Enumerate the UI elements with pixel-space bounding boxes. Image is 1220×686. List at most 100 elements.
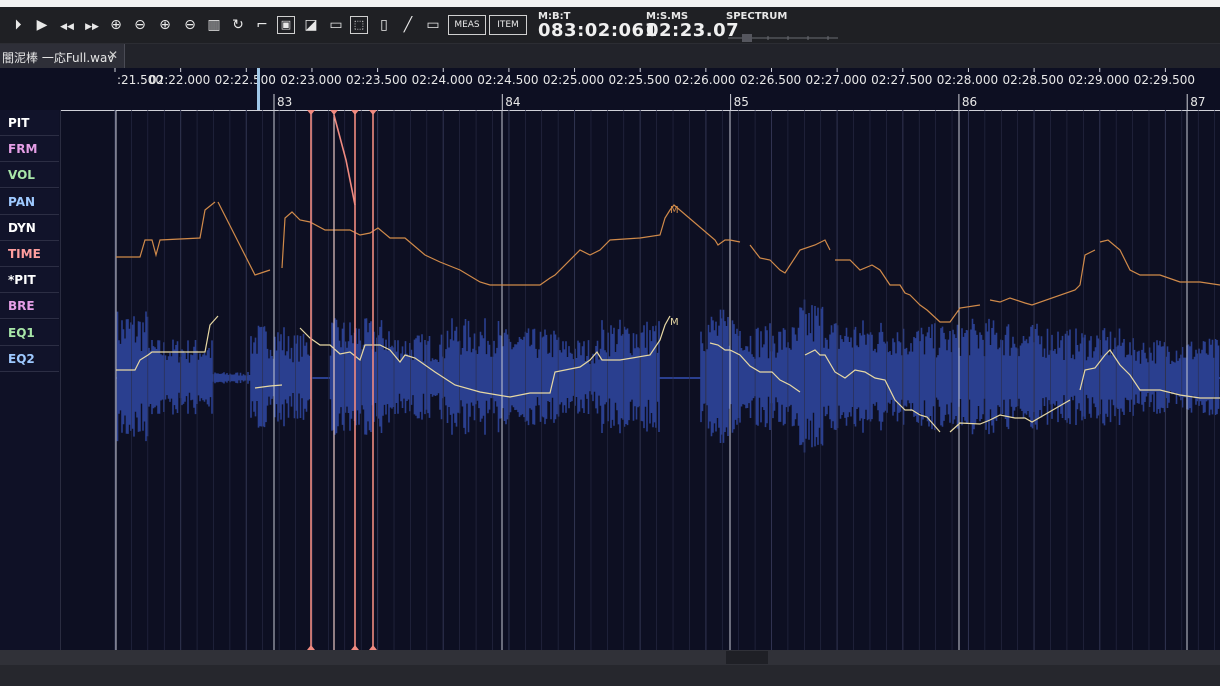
line-tool-icon: ╱: [403, 17, 413, 33]
parameter-curve-upper[interactable]: [835, 259, 981, 323]
tab-close-icon[interactable]: ✕: [108, 48, 118, 62]
waveform-editor[interactable]: MM: [60, 110, 1220, 650]
play-button[interactable]: ▶: [32, 15, 52, 35]
rectangle-tool-button[interactable]: ▭: [423, 15, 443, 35]
horizontal-scrollbar[interactable]: [0, 650, 1220, 665]
zoom-out-horizontal-button[interactable]: ⊖: [130, 15, 150, 35]
toolbar: ⏵ ▶ ◀◀ ▶▶ ⊕ ⊖ ⊕ ⊖ ▥ ↻ ⌐ ▣ ◪ ▭ ⬚ ▯ ╱ ▭ MEAS ITEM M:B:T 083…: [0, 7, 1220, 44]
ruler-time-label: 02:29.000: [1068, 73, 1129, 87]
window-tool-button[interactable]: ▣: [277, 16, 295, 34]
view-all-icon: ▥: [207, 17, 221, 33]
item-button[interactable]: ITEM: [489, 15, 527, 35]
step-tool-icon: ⌐: [256, 17, 268, 33]
ruler-time-label: 02:22.000: [149, 73, 210, 87]
ruler-time-label: 02:24.000: [412, 73, 473, 87]
measure-label: 87: [1190, 95, 1205, 109]
loop-button[interactable]: ↻: [228, 15, 248, 35]
playhead-marker[interactable]: [257, 68, 260, 110]
scrollbar-thumb[interactable]: [726, 651, 768, 664]
param-vol[interactable]: VOL: [0, 162, 59, 189]
ruler-time-label: 02:29.500: [1134, 73, 1195, 87]
zoom-out-vertical-button[interactable]: ⊖: [180, 15, 200, 35]
param-bre[interactable]: BRE: [0, 293, 59, 320]
ruler-time-label: 02:25.500: [609, 73, 670, 87]
parameter-curve-upper[interactable]: [749, 239, 831, 274]
window-tool-icon: ▣: [280, 18, 292, 31]
ruler-time-label: 02:27.000: [805, 73, 866, 87]
curve-marker-label: M: [670, 205, 679, 216]
param-label: EQ1: [8, 325, 35, 340]
ruler-time-label: 02:23.000: [280, 73, 341, 87]
param-label: FRM: [8, 142, 38, 157]
line-tool-button[interactable]: ╱: [398, 15, 418, 35]
param-label: *PIT: [8, 273, 36, 288]
param-star-pit[interactable]: *PIT: [0, 267, 59, 294]
parameter-list: PIT FRM VOL PAN DYN TIME *PIT BRE EQ1 EQ2: [0, 110, 61, 650]
zoom-out-vertical-icon: ⊖: [184, 17, 196, 33]
parameter-curve-upper[interactable]: [989, 249, 1096, 306]
param-label: PIT: [8, 116, 30, 130]
status-bar: [0, 665, 1220, 686]
comment-tool-button[interactable]: ▭: [326, 15, 346, 35]
param-frm[interactable]: FRM: [0, 136, 59, 163]
eraser-tool-button[interactable]: ▯: [374, 15, 394, 35]
zoom-in-vertical-button[interactable]: ⊕: [155, 15, 175, 35]
param-eq2[interactable]: EQ2: [0, 345, 59, 372]
measure-label: 84: [505, 95, 520, 109]
param-label: PAN: [8, 194, 36, 209]
ruler-time-label: 02:25.000: [543, 73, 604, 87]
select-tool-icon: ⬚: [353, 18, 365, 31]
step-tool-button[interactable]: ⌐: [252, 15, 272, 35]
comment-tool-icon: ▭: [329, 17, 343, 33]
loop-icon: ↻: [232, 17, 244, 33]
play-from-start-button[interactable]: ⏵: [8, 15, 28, 35]
rewind-icon: ◀◀: [60, 22, 74, 32]
zoom-in-vertical-icon: ⊕: [159, 17, 171, 33]
region-tool-icon: ◪: [304, 17, 318, 33]
parameter-curve-upper[interactable]: [281, 204, 741, 286]
ruler-time-label: 02:26.000: [674, 73, 735, 87]
meas-button[interactable]: MEAS: [448, 15, 486, 35]
param-label: BRE: [8, 299, 35, 314]
file-tab-label: 闇泥棒 一応Full.wav: [2, 51, 115, 65]
menu-bar[interactable]: [0, 0, 1220, 7]
param-pan[interactable]: PAN: [0, 188, 59, 215]
ruler-time-label: 02:27.500: [871, 73, 932, 87]
ruler-time-label: 02:24.500: [477, 73, 538, 87]
parameter-curve-upper[interactable]: [1099, 239, 1220, 286]
param-time[interactable]: TIME: [0, 241, 59, 267]
zoom-out-horizontal-icon: ⊖: [134, 17, 146, 33]
parameter-curve-upper[interactable]: [116, 201, 216, 258]
select-tool-button[interactable]: ⬚: [350, 16, 368, 34]
param-eq1[interactable]: EQ1: [0, 319, 59, 346]
param-pit[interactable]: PIT: [0, 110, 59, 136]
measure-label: 86: [962, 95, 977, 109]
msms-value: 02:23.07: [646, 20, 740, 41]
param-label: VOL: [8, 168, 35, 183]
zoom-in-horizontal-icon: ⊕: [110, 17, 122, 33]
ruler-time-label: 02:28.000: [937, 73, 998, 87]
spectrum-label: SPECTRUM: [726, 11, 788, 22]
param-dyn[interactable]: DYN: [0, 214, 59, 241]
audio-waveform: [116, 299, 1220, 453]
play-from-start-icon: ⏵: [14, 17, 22, 33]
view-all-button[interactable]: ▥: [204, 15, 224, 35]
eraser-tool-icon: ▯: [380, 17, 388, 33]
parameter-curve-upper[interactable]: [217, 201, 271, 276]
fast-forward-button[interactable]: ▶▶: [82, 15, 102, 35]
curve-marker-label: M: [670, 317, 679, 328]
tab-bar: 闇泥棒 一応Full.wav ✕: [0, 44, 1220, 68]
ruler-time-label: 02:28.500: [1002, 73, 1063, 87]
play-icon: ▶: [36, 17, 48, 33]
param-label: TIME: [8, 247, 41, 261]
file-tab[interactable]: 闇泥棒 一応Full.wav ✕: [0, 44, 125, 68]
fast-forward-icon: ▶▶: [85, 22, 99, 32]
timeline-ruler[interactable]: :21.50002:22.000 02:22.500 02:23.000 02:23.…: [60, 68, 1220, 111]
rectangle-tool-icon: ▭: [426, 17, 440, 33]
zoom-in-horizontal-button[interactable]: ⊕: [106, 15, 126, 35]
ruler-time-label: 02:26.500: [740, 73, 801, 87]
rewind-button[interactable]: ◀◀: [57, 15, 77, 35]
param-label: DYN: [8, 220, 36, 235]
region-tool-button[interactable]: ◪: [301, 15, 321, 35]
ruler-time-label: 02:22.500: [215, 73, 276, 87]
